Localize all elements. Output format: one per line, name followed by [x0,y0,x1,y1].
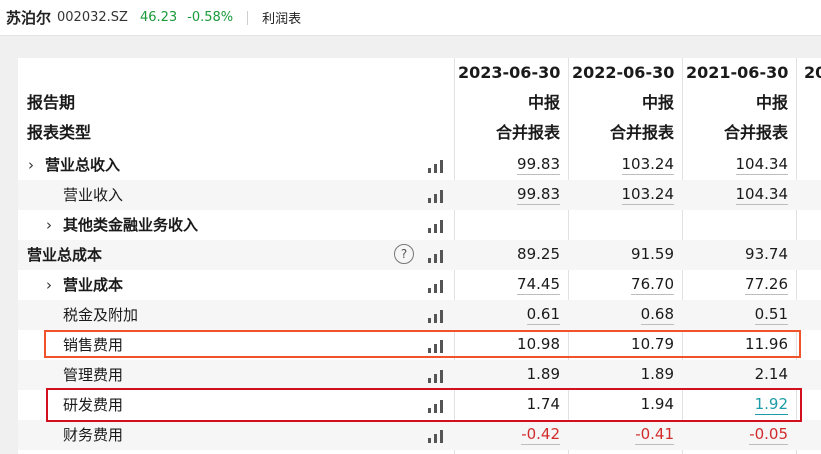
bar-chart-icon[interactable] [428,399,444,413]
value-cell: 104.34 [735,185,788,205]
value-cell: 74.45 [517,275,560,295]
stock-name: 苏泊尔 [6,9,52,27]
value-cell: 11.96 [745,335,788,353]
bar-chart-icon[interactable] [428,339,444,353]
column-date-3: 2021-06-30 [686,63,789,82]
value-cell: -0.42 [521,425,560,445]
table-row: 营业收入 99.83 103.24 104.34 [18,180,821,210]
table-row[interactable]: › 营业成本 74.45 76.70 77.26 [18,270,821,300]
value-cell: 2.14 [754,365,788,383]
table-row: 管理费用 1.89 1.89 2.14 [18,360,821,390]
row-label: 研发费用 [63,396,124,414]
table-row: 销售费用 10.98 10.79 11.96 [18,330,821,360]
table-row: 研发费用 1.74 1.94 1.92 [18,390,821,420]
value-cell: 91.59 [631,245,674,263]
period-label: 报告期 [27,93,76,112]
value-cell: -0.41 [635,425,674,445]
value-cell: 1.94 [640,395,674,413]
table-row: 财务费用 -0.42 -0.41 -0.05 [18,420,821,450]
bar-chart-icon[interactable] [428,429,444,443]
bar-chart-icon[interactable] [428,159,444,173]
stock-price: 46.23 [139,10,178,25]
table-row: 营业总成本 ? 89.25 91.59 93.74 [18,240,821,270]
value-cell: 10.98 [517,335,560,353]
chevron-right-icon[interactable]: › [46,210,52,240]
column-date-1: 2023-06-30 [458,63,561,82]
row-label: 营业总收入 [45,156,121,174]
row-label: 营业收入 [63,186,124,204]
value-link[interactable]: 1.92 [686,390,788,420]
bar-chart-icon[interactable] [428,219,444,233]
value-cell: 76.70 [631,275,674,295]
period-2: 中报 [641,93,674,112]
table-row: 税金及附加 0.61 0.68 0.51 [18,300,821,330]
value-cell: 89.25 [517,245,560,263]
stock-change: -0.58% [187,10,234,25]
divider [247,10,249,25]
stock-code: 002032.SZ [57,10,128,25]
row-label: 管理费用 [63,366,124,384]
value-cell: 0.61 [526,305,560,325]
bar-chart-icon[interactable] [428,279,444,293]
type-2: 合并报表 [609,123,674,142]
type-label: 报表类型 [27,123,92,142]
value-cell: 0.68 [640,305,674,325]
question-circle-icon[interactable]: ? [394,244,414,264]
period-3: 中报 [755,93,788,112]
bar-chart-icon[interactable] [428,189,444,203]
table-row[interactable]: › 其他类金融业务收入 [18,210,821,240]
value-cell: 104.34 [735,155,788,175]
bar-chart-icon[interactable] [428,309,444,323]
chevron-right-icon[interactable]: › [46,270,52,300]
stock-header: 苏泊尔 002032.SZ 46.23 -0.58% 利润表 [0,0,821,36]
value-cell: 1.89 [640,365,674,383]
row-label: 财务费用 [63,426,124,444]
value-cell: 93.74 [745,245,788,263]
column-date-4: 20 [804,63,821,82]
value-cell: 99.83 [517,185,560,205]
bar-chart-icon[interactable] [428,369,444,383]
row-label: 其他类金融业务收入 [63,216,199,234]
type-3: 合并报表 [723,123,788,142]
row-label: 税金及附加 [63,306,139,324]
value-cell: 103.24 [621,155,674,175]
row-label: 营业总成本 [27,246,103,264]
period-1: 中报 [527,93,560,112]
value-cell: 77.26 [745,275,788,295]
tab-income-statement[interactable]: 利润表 [262,8,301,27]
bar-chart-icon[interactable] [428,249,444,263]
value-cell: 1.74 [526,395,560,413]
column-date-2: 2022-06-30 [572,63,675,82]
income-statement-table: 2023-06-30 2022-06-30 2021-06-30 20 报告期 … [18,58,821,454]
value-cell: 103.24 [621,185,674,205]
table-row[interactable]: › 营业总收入 99.83 103.24 104.34 [18,150,821,180]
value-cell: 0.51 [754,305,788,325]
type-1: 合并报表 [495,123,560,142]
value-cell: 1.89 [526,365,560,383]
row-label: 销售费用 [63,336,124,354]
value-cell: 99.83 [517,155,560,175]
row-label: 营业成本 [63,276,124,294]
value-cell: 10.79 [631,335,674,353]
chevron-right-icon[interactable]: › [28,150,34,180]
value-cell: -0.05 [749,425,788,445]
